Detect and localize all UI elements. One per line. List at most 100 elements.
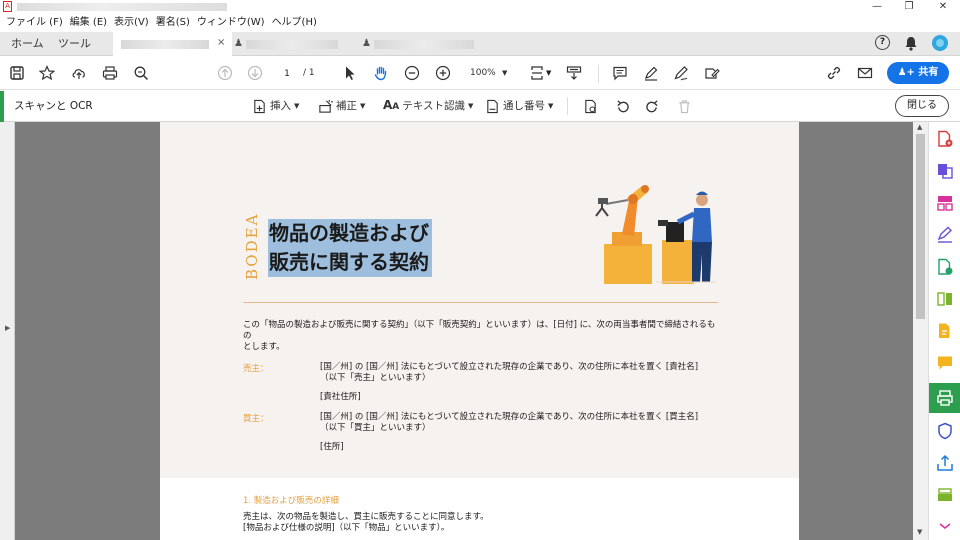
text-recognition-label: テキスト認識 [402, 100, 465, 112]
close-tab-icon[interactable]: × [217, 37, 225, 48]
vertical-scrollbar[interactable]: ▲ ▼ [913, 122, 928, 540]
toolbar-divider [598, 65, 599, 83]
fill-sign-icon[interactable] [703, 64, 721, 82]
save-icon[interactable] [8, 64, 26, 82]
protect-shield-icon[interactable] [933, 419, 957, 443]
create-pdf-icon[interactable] [933, 127, 957, 151]
page-properties-icon[interactable] [583, 91, 598, 122]
cloud-upload-icon[interactable] [70, 64, 88, 82]
acrobat-window: A — ❐ ✕ ファイル (F) 編集 (E) 表示(V) 署名(S) ウィンド… [0, 0, 960, 540]
maximize-button[interactable]: ❐ [894, 0, 924, 14]
scroll-mode-icon[interactable] [565, 64, 583, 82]
bell-icon[interactable] [904, 36, 918, 54]
share-label: 共有 [918, 67, 939, 78]
combine-files-icon[interactable] [933, 159, 957, 183]
pdf-page[interactable]: BODEA 物品の製造および 販売に関する契約 この「物品の製造および販売に関す… [160, 122, 799, 540]
menu-window[interactable]: ウィンドウ(W) [197, 14, 265, 32]
menu-bar: ファイル (F) 編集 (E) 表示(V) 署名(S) ウィンドウ(W) ヘルプ… [0, 14, 960, 32]
comment-icon[interactable] [611, 64, 629, 82]
compare-files-icon[interactable] [933, 287, 957, 311]
send-share-icon[interactable] [933, 451, 957, 475]
share-button[interactable]: ♟+ 共有 [887, 62, 949, 84]
seller-label: 売主： [243, 364, 269, 374]
previous-page-icon[interactable] [216, 64, 234, 82]
zoom-level-select[interactable]: 100% ▼ [462, 65, 514, 81]
window-title-blurred [17, 3, 227, 11]
sign-icon[interactable] [933, 223, 957, 247]
menu-help[interactable]: ヘルプ(H) [272, 14, 317, 32]
star-icon[interactable] [38, 64, 56, 82]
scrollbar-thumb[interactable] [916, 134, 925, 319]
scroll-down-icon[interactable]: ▼ [917, 528, 922, 536]
search-zoom-icon[interactable] [132, 64, 150, 82]
help-icon[interactable]: ? [875, 34, 890, 50]
tab-document-3[interactable]: ♟ [358, 32, 484, 56]
scroll-up-icon[interactable]: ▲ [917, 123, 922, 131]
text-recognition-dropdown[interactable]: AA テキスト認識 ▼ [383, 91, 473, 122]
menu-sign[interactable]: 署名(S) [156, 14, 190, 32]
chevron-down-icon[interactable]: ▼ [546, 69, 551, 77]
stamp-tool-icon[interactable] [933, 483, 957, 507]
insert-label: 挿入 [270, 100, 291, 112]
document-title-line1: 物品の製造および [268, 219, 432, 248]
intro-paragraph[interactable]: この「物品の製造および販売に関する契約」（以下「販売契約」といいます）は、[日付… [243, 320, 723, 353]
organize-pages-icon[interactable] [933, 191, 957, 215]
rotate-left-icon[interactable] [615, 91, 630, 122]
edit-pdf-icon[interactable] [933, 319, 957, 343]
document-tab-title-blurred [374, 40, 474, 49]
insert-page-icon [254, 99, 265, 114]
menu-edit[interactable]: 編集 (E) [70, 14, 107, 32]
page-total: / 1 [303, 68, 315, 78]
expand-panel-icon[interactable]: ▶ [5, 324, 10, 332]
page-fit-icon[interactable] [528, 64, 546, 82]
insert-dropdown[interactable]: 挿入 ▼ [252, 91, 299, 122]
draw-pen-icon[interactable] [672, 64, 690, 82]
tab-tools[interactable]: ツール [58, 32, 91, 56]
document-workspace: ▶ BODEA 物品の製造および 販売に関する契約 この「物品の製造および販売に… [0, 122, 928, 540]
buyer-line2: （以下「買主」といいます） [320, 423, 431, 433]
main-toolbar: 1 / 1 100% ▼ ▼ ♟+ 共有 [0, 56, 960, 90]
robot-arm-illustration [595, 185, 716, 284]
scan-ocr-toolbar: スキャンと OCR 挿入 ▼ 補正 ▼ AA テキスト認識 ▼ 通し番号 ▼ 閉じる [0, 91, 960, 122]
left-panel-collapsed[interactable]: ▶ [0, 122, 15, 540]
next-page-icon[interactable] [246, 64, 264, 82]
scan-ocr-tool-icon[interactable] [929, 383, 960, 413]
tab-document-2[interactable]: ♟ [232, 32, 358, 56]
hand-tool-icon[interactable] [372, 64, 390, 82]
enhance-label: 補正 [336, 100, 357, 112]
highlight-pen-icon[interactable] [642, 64, 660, 82]
comment-tool-icon[interactable] [933, 351, 957, 375]
document-canvas[interactable]: BODEA 物品の製造および 販売に関する契約 この「物品の製造および販売に関す… [15, 122, 913, 540]
print-icon[interactable] [101, 64, 119, 82]
select-cursor-icon[interactable] [341, 64, 359, 82]
page-number-input[interactable]: 1 [274, 65, 300, 81]
link-icon[interactable] [825, 64, 843, 82]
bates-number-icon [487, 99, 498, 114]
buyer-label: 買主： [243, 414, 269, 424]
zoom-in-icon[interactable] [434, 64, 452, 82]
menu-file[interactable]: ファイル (F) [6, 14, 63, 32]
tool-title: スキャンと OCR [14, 100, 93, 112]
section1-body[interactable]: 売主は、次の物品を製造し、買主に販売することに同意します。 [物品および仕様の説… [243, 512, 723, 534]
document-title[interactable]: 物品の製造および 販売に関する契約 [268, 219, 432, 277]
seller-block[interactable]: [国／州] の [国／州] 法にもとづいて設立された現存の企業であり、次の住所に… [320, 362, 730, 403]
rotate-right-icon[interactable] [645, 91, 660, 122]
minimize-button[interactable]: — [862, 0, 892, 14]
enhance-dropdown[interactable]: 補正 ▼ [318, 91, 365, 122]
zoom-out-icon[interactable] [403, 64, 421, 82]
shared-person-icon: ♟ [362, 38, 371, 49]
tab-document-active[interactable]: × [113, 32, 232, 56]
buyer-block[interactable]: [国／州] の [国／州] 法にもとづいて設立された現存の企業であり、次の住所に… [320, 412, 730, 453]
delete-trash-icon[interactable] [677, 91, 692, 122]
avatar[interactable] [932, 35, 948, 54]
menu-view[interactable]: 表示(V) [114, 14, 149, 32]
bates-numbering-dropdown[interactable]: 通し番号 ▼ [485, 91, 553, 122]
close-window-button[interactable]: ✕ [928, 0, 958, 14]
shared-person-icon: ♟ [234, 38, 243, 49]
document-tab-title-blurred [246, 40, 338, 49]
more-tools-icon[interactable] [933, 514, 957, 538]
export-pdf-icon[interactable] [933, 255, 957, 279]
tab-home[interactable]: ホーム [11, 32, 44, 56]
close-tool-button[interactable]: 閉じる [895, 95, 949, 117]
mail-icon[interactable] [856, 64, 874, 82]
